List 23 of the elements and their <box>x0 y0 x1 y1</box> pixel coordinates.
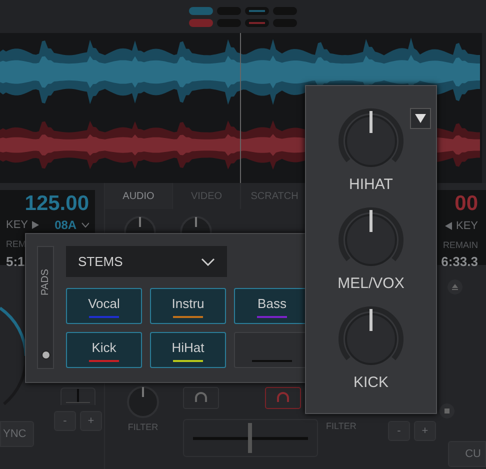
mode-dropdown[interactable]: STEMS <box>66 246 227 277</box>
pitch-button[interactable]: - <box>388 421 410 441</box>
mixer-tab[interactable]: AUDIO <box>105 183 173 209</box>
knob-label: KICK <box>353 373 388 393</box>
key-label: KEY <box>6 218 28 233</box>
remain-time: 6:33.3 <box>441 253 478 271</box>
key-label: KEY <box>456 219 478 234</box>
pitch-button[interactable]: - <box>54 411 76 431</box>
bpm-readout: 00 <box>454 193 478 214</box>
stem-pad[interactable]: HiHat <box>150 332 226 368</box>
remain-label: REMAIN <box>442 238 478 252</box>
pitch-button[interactable]: + <box>414 421 436 441</box>
key-value[interactable]: 08A <box>54 216 77 234</box>
stem-pad[interactable]: Kick <box>66 332 142 368</box>
pads-label: PADS <box>39 269 52 296</box>
stem-pad[interactable]: Instru <box>150 288 226 324</box>
cue-button[interactable]: CU <box>448 441 486 467</box>
pitch-button[interactable]: + <box>80 411 102 431</box>
knob-label: MEL/VOX <box>338 274 404 294</box>
knob-label: HIHAT <box>349 175 393 195</box>
sync-button[interactable]: YNC <box>0 421 34 447</box>
stem-pad[interactable]: Vocal <box>66 288 142 324</box>
bpm-readout: 125.00 <box>24 193 89 214</box>
